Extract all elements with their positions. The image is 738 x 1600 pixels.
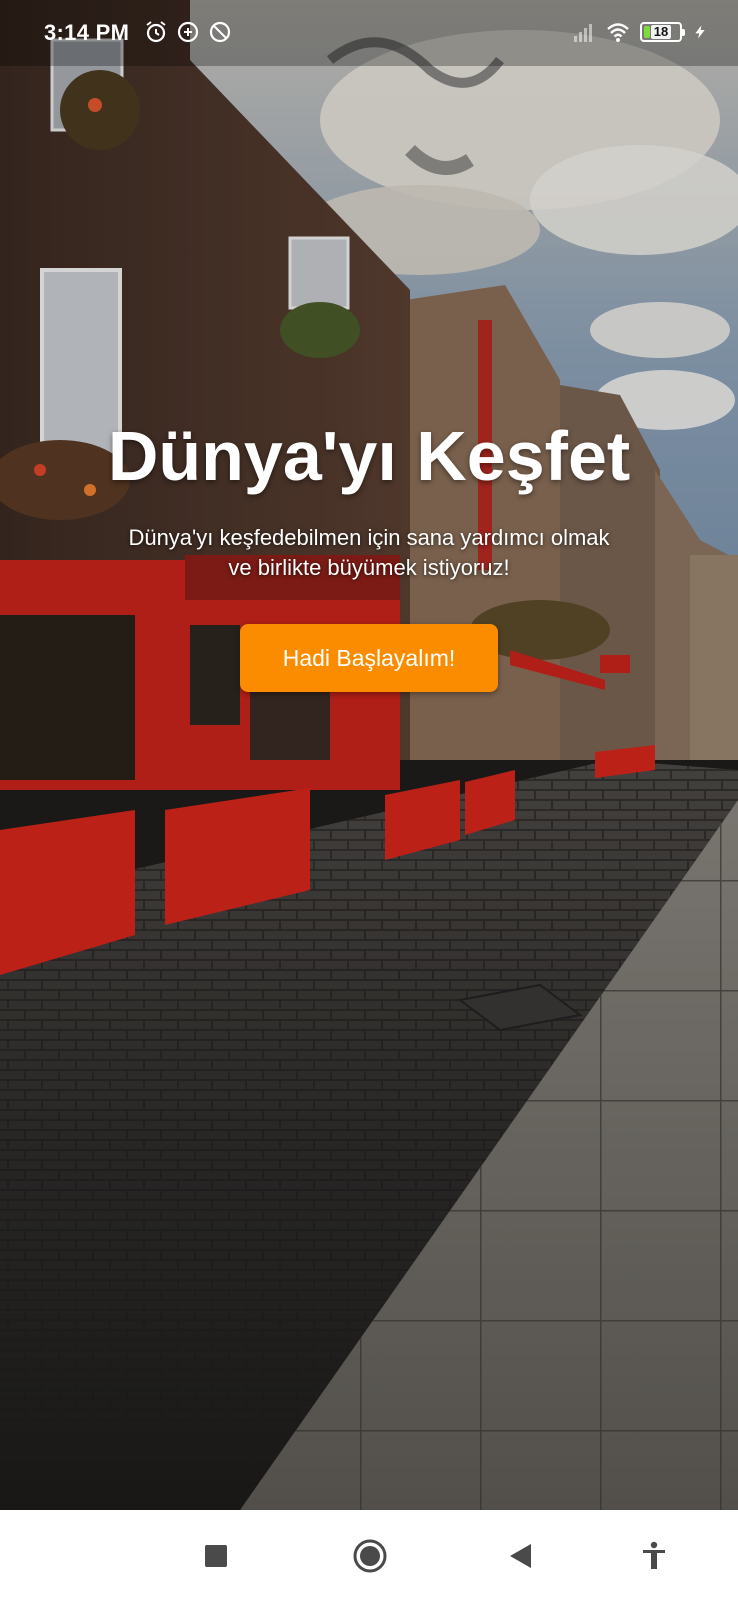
status-time: 3:14 PM bbox=[44, 20, 130, 45]
recents-square-icon bbox=[205, 1545, 227, 1567]
home-circle-icon bbox=[353, 1539, 387, 1573]
alarm-icon bbox=[146, 21, 166, 43]
data-saver-icon bbox=[177, 21, 199, 43]
accessibility-icon bbox=[643, 1541, 665, 1569]
hero-subtitle: Dünya'yı keşfedebilmen için sana yardımc… bbox=[60, 523, 678, 583]
hero-subtitle-line1: Dünya'yı keşfedebilmen için sana yardımc… bbox=[128, 525, 610, 550]
system-navigation-bar bbox=[0, 1510, 738, 1600]
back-triangle-icon bbox=[510, 1544, 531, 1568]
battery-icon: 18 bbox=[640, 22, 685, 42]
hero-title: Dünya'yı Keşfet bbox=[107, 417, 631, 495]
get-started-button[interactable]: Hadi Başlayalım! bbox=[240, 624, 498, 692]
background-photo bbox=[0, 0, 738, 1510]
signal-icon bbox=[574, 24, 592, 42]
back-button[interactable] bbox=[498, 1534, 542, 1578]
home-button[interactable] bbox=[348, 1534, 392, 1578]
charging-icon bbox=[695, 25, 705, 39]
do-not-disturb-icon bbox=[209, 21, 231, 43]
accessibility-button[interactable] bbox=[632, 1534, 676, 1578]
status-icons-right: 18 bbox=[572, 20, 708, 44]
wifi-icon bbox=[607, 23, 629, 42]
status-bar: 3:14 PM 18 bbox=[0, 0, 738, 66]
hero-subtitle-line2: ve birlikte büyümek istiyoruz! bbox=[228, 555, 510, 580]
status-icons-left bbox=[144, 20, 232, 44]
recents-button[interactable] bbox=[194, 1534, 238, 1578]
battery-level: 18 bbox=[650, 25, 672, 39]
